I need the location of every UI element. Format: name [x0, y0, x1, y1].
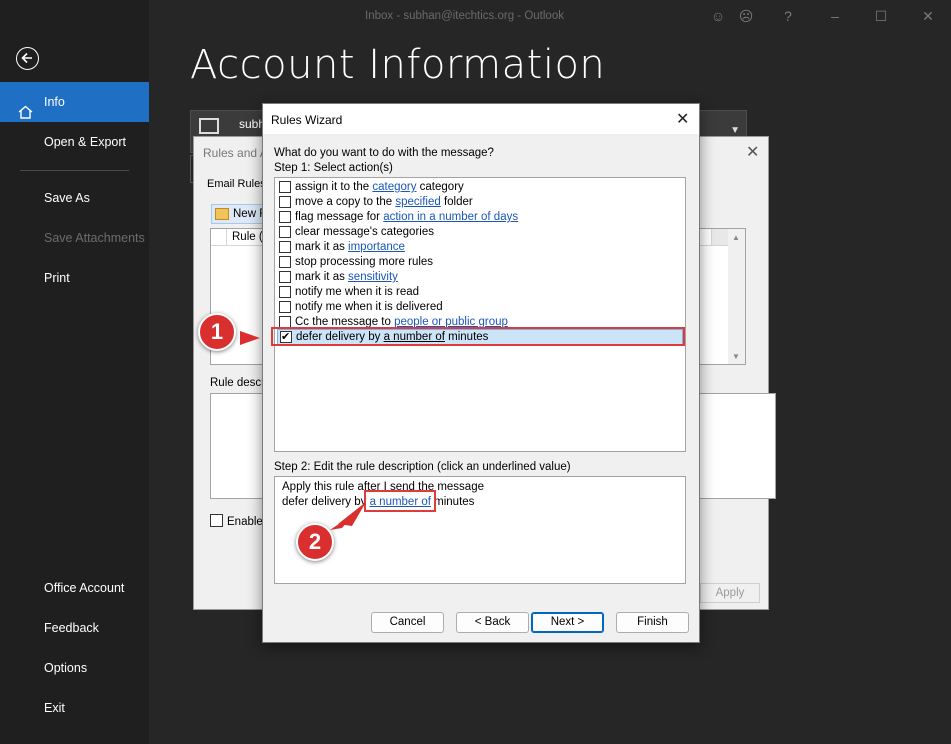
- arrow-1-icon: [240, 331, 260, 345]
- annotation-arrows: [240, 331, 366, 530]
- step-badge-2: 2: [296, 523, 334, 561]
- arrow-2-head-icon: [338, 502, 366, 526]
- step-badge-1: 1: [198, 313, 236, 351]
